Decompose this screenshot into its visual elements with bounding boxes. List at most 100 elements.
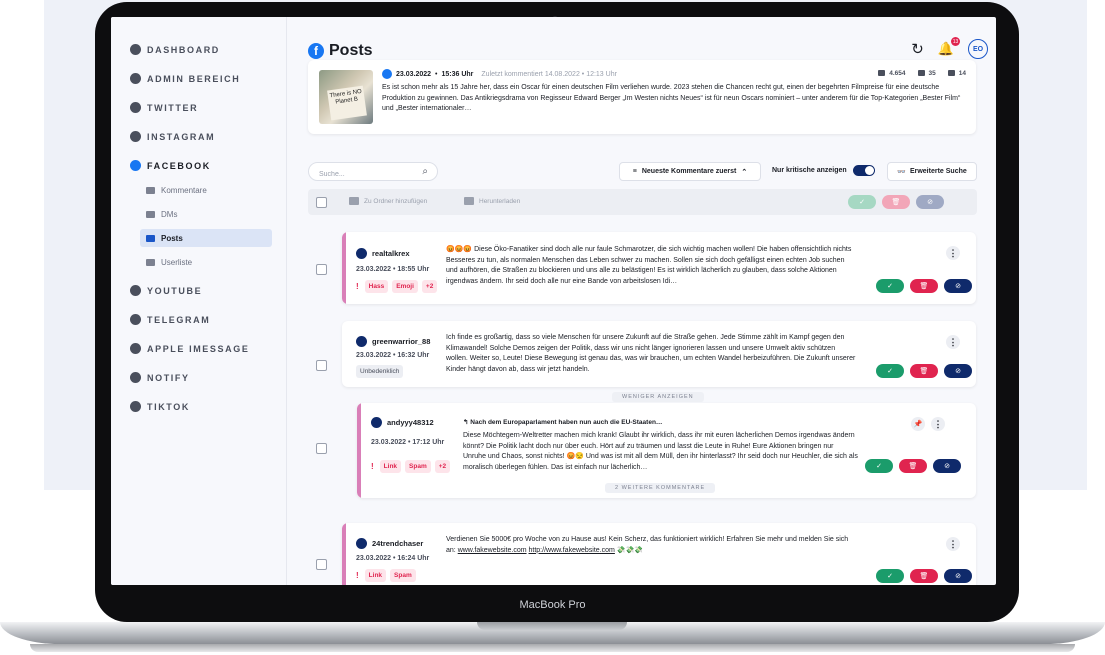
hide-button[interactable]: ⊘ bbox=[944, 279, 972, 293]
search-input[interactable] bbox=[317, 170, 421, 179]
user-icon bbox=[356, 336, 367, 347]
comment-card[interactable]: greenwarrior_88 23.03.2022 • 16:32 Uhr U… bbox=[342, 321, 976, 387]
tag: Link bbox=[364, 569, 387, 582]
tag: Unbedenklich bbox=[356, 365, 404, 378]
nav-instagram[interactable]: INSTAGRAM bbox=[130, 131, 215, 142]
sidebar: DASHBOARD ADMIN BEREICH TWITTER INSTAGRA… bbox=[111, 17, 287, 585]
delete-button[interactable]: 🗑 bbox=[910, 364, 938, 378]
row-checkbox[interactable] bbox=[316, 443, 327, 454]
app-screen: DASHBOARD ADMIN BEREICH TWITTER INSTAGRA… bbox=[111, 17, 996, 585]
link[interactable]: http://www.fakewebsite.com bbox=[529, 547, 615, 554]
advanced-search-button[interactable]: 👓 Erweiterte Suche bbox=[887, 162, 977, 181]
more-options-icon[interactable]: ⋮ bbox=[946, 537, 960, 551]
comment-card[interactable]: realtalkrex 23.03.2022 • 18:55 Uhr ! Has… bbox=[342, 232, 976, 304]
hide-button[interactable]: ⊘ bbox=[944, 364, 972, 378]
approve-button[interactable]: ✓ bbox=[876, 279, 904, 293]
row-checkbox[interactable] bbox=[316, 559, 327, 570]
subnav-dms[interactable]: DMs bbox=[140, 205, 272, 223]
nav-twitter[interactable]: TWITTER bbox=[130, 102, 198, 113]
facebook-icon bbox=[382, 69, 392, 79]
tag: Emoji bbox=[392, 280, 418, 293]
facebook-icon: f bbox=[308, 43, 324, 59]
comment-tags: ! Link Spam bbox=[356, 569, 416, 582]
subnav-kommentare[interactable]: Kommentare bbox=[140, 181, 272, 199]
delete-button[interactable]: 🗑 bbox=[910, 569, 938, 583]
comment-user[interactable]: andyyy48312 bbox=[371, 417, 434, 428]
flag-bar bbox=[342, 523, 346, 585]
notification-badge: 13 bbox=[951, 37, 960, 46]
nav-telegram[interactable]: TELEGRAM bbox=[130, 314, 210, 325]
search-icon[interactable]: ⌕ bbox=[422, 166, 428, 177]
refresh-icon[interactable]: ↻ bbox=[911, 40, 924, 58]
delete-button[interactable]: 🗑 bbox=[899, 459, 927, 473]
main-content: f Posts ↻ 🔔 13 EO There is NO Planet B 23… bbox=[287, 17, 996, 585]
hide-button[interactable]: ⊘ bbox=[933, 459, 961, 473]
mail-icon bbox=[146, 210, 155, 218]
comment-date: 23.03.2022 • 17:12 Uhr bbox=[371, 439, 445, 446]
sort-button[interactable]: ≡ Neueste Kommentare zuerst ⌃ bbox=[619, 162, 761, 181]
more-comments-button[interactable]: 2 WEITERE KOMMENTARE bbox=[605, 483, 716, 493]
warning-icon: ! bbox=[356, 571, 359, 580]
more-options-icon[interactable]: ⋮ bbox=[946, 246, 960, 260]
nav-imessage[interactable]: APPLE IMESSAGE bbox=[130, 343, 249, 354]
nav-notify[interactable]: NOTIFY bbox=[130, 372, 190, 383]
approve-button[interactable]: ✓ bbox=[876, 364, 904, 378]
avatar[interactable]: EO bbox=[968, 39, 988, 59]
device-label: MacBook Pro bbox=[519, 599, 586, 611]
delete-button[interactable]: 🗑 bbox=[910, 279, 938, 293]
comment-text: Ich finde es großartig, dass so viele Me… bbox=[446, 334, 856, 373]
nav-admin[interactable]: ADMIN BEREICH bbox=[130, 73, 240, 84]
link[interactable]: www.fakewebsite.com bbox=[458, 547, 527, 554]
folder-icon bbox=[349, 197, 359, 205]
twitter-icon bbox=[130, 102, 141, 113]
row-checkbox[interactable] bbox=[316, 264, 327, 275]
comment-user[interactable]: greenwarrior_88 bbox=[356, 336, 430, 347]
search-box[interactable]: ⌕ bbox=[308, 162, 438, 181]
tag: Spam bbox=[390, 569, 416, 582]
bulk-hide-button[interactable]: ⊘ bbox=[916, 195, 944, 209]
approve-button[interactable]: ✓ bbox=[865, 459, 893, 473]
user-icon bbox=[371, 417, 382, 428]
select-all-checkbox[interactable] bbox=[316, 197, 327, 208]
more-options-icon[interactable]: ⋮ bbox=[946, 335, 960, 349]
warning-icon: ! bbox=[371, 462, 374, 471]
nav-youtube[interactable]: YOUTUBE bbox=[130, 285, 202, 296]
post-text: Es ist schon mehr als 15 Jahre her, dass… bbox=[382, 84, 961, 112]
nav-tiktok[interactable]: TIKTOK bbox=[130, 401, 190, 412]
user-icon bbox=[356, 248, 367, 259]
critical-toggle[interactable] bbox=[852, 165, 875, 176]
reply-reference[interactable]: ↰ Nach dem Europaparlament haben nun auc… bbox=[463, 418, 662, 426]
reactions-count: 14 bbox=[948, 70, 966, 77]
telegram-icon bbox=[130, 314, 141, 325]
post-meta: 23.03.2022 • 15:36 Uhr Zuletzt kommentie… bbox=[382, 69, 617, 79]
download-button[interactable]: Herunterladen bbox=[464, 197, 520, 205]
add-to-folder-button[interactable]: Zu Ordner hinzufügen bbox=[349, 197, 427, 205]
row-checkbox[interactable] bbox=[316, 360, 327, 371]
comment-text: 😡😡😡 Diese Öko-Fanatiker sind doch alle n… bbox=[446, 246, 852, 285]
tiktok-icon bbox=[130, 401, 141, 412]
approve-button[interactable]: ✓ bbox=[876, 569, 904, 583]
reply-comment-card[interactable]: andyyy48312 23.03.2022 • 17:12 Uhr ! Lin… bbox=[357, 403, 976, 498]
facebook-icon bbox=[130, 160, 141, 171]
warning-icon: ! bbox=[356, 282, 359, 291]
bulk-delete-button[interactable]: 🗑 bbox=[882, 195, 910, 209]
bell-icon[interactable]: 🔔 13 bbox=[938, 37, 960, 57]
nav-dashboard[interactable]: DASHBOARD bbox=[130, 44, 220, 55]
hide-button[interactable]: ⊘ bbox=[944, 569, 972, 583]
bulk-approve-button[interactable]: ✓ bbox=[848, 195, 876, 209]
post-card[interactable]: There is NO Planet B 23.03.2022 • 15:36 … bbox=[308, 60, 976, 134]
show-less-button[interactable]: WENIGER ANZEIGEN bbox=[612, 392, 704, 402]
post-thumbnail: There is NO Planet B bbox=[319, 70, 373, 124]
subnav-posts[interactable]: Posts bbox=[140, 229, 272, 247]
comment-user[interactable]: 24trendchaser bbox=[356, 538, 423, 549]
comment-user[interactable]: realtalkrex bbox=[356, 248, 410, 259]
bulk-actions-bar: Zu Ordner hinzufügen Herunterladen ✓ 🗑 ⊘ bbox=[308, 189, 977, 215]
comment-tags: Unbedenklich bbox=[356, 365, 404, 378]
tag: +2 bbox=[434, 460, 451, 473]
more-options-icon[interactable]: ⋮ bbox=[931, 417, 945, 431]
nav-facebook[interactable]: FACEBOOK bbox=[130, 160, 211, 171]
binoculars-icon: 👓 bbox=[897, 168, 906, 176]
pin-icon[interactable]: 📌 bbox=[911, 417, 925, 431]
subnav-userliste[interactable]: Userliste bbox=[140, 253, 272, 271]
comment-card[interactable]: 24trendchaser 23.03.2022 • 16:24 Uhr ! L… bbox=[342, 523, 976, 585]
